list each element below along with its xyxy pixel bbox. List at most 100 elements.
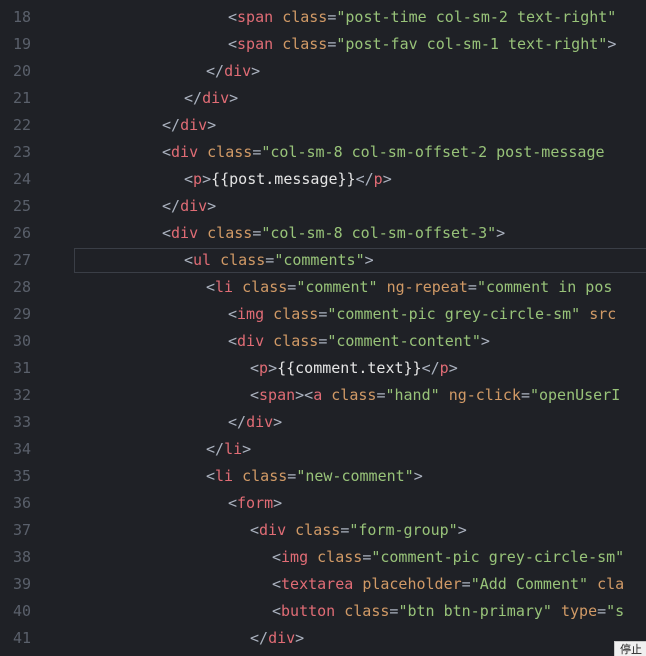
code-token: "comment-pic grey-circle-sm" xyxy=(371,548,625,566)
code-token: > xyxy=(480,332,490,350)
code-text: </div> xyxy=(206,58,260,85)
code-line[interactable]: 29 <img class="comment-pic grey-circle-sm… xyxy=(0,301,646,328)
code-token: class xyxy=(317,548,363,566)
code-line[interactable]: 25 </div> xyxy=(0,193,646,220)
line-number: 35 xyxy=(13,467,32,485)
line-number: 26 xyxy=(13,224,32,242)
code-token: < xyxy=(228,305,238,323)
code-token: </ xyxy=(184,89,203,107)
line-number: 19 xyxy=(13,35,32,53)
code-line[interactable]: 23 <div class="col-sm-8 col-sm-offset-2 p… xyxy=(0,139,646,166)
code-token: < xyxy=(272,602,282,620)
code-token: </ xyxy=(206,62,225,80)
code-line[interactable]: 33 </div> xyxy=(0,409,646,436)
code-token: > xyxy=(207,197,217,215)
code-token: </ xyxy=(162,116,181,134)
code-line[interactable]: 32 <span><a class="hand" ng-click="openUs… xyxy=(0,382,646,409)
code-text: <img class="comment-pic grey-circle-sm" … xyxy=(228,301,616,328)
code-token: div xyxy=(171,224,199,242)
code-token: < xyxy=(272,548,282,566)
code-text: <li class="comment" ng-repeat="comment i… xyxy=(206,274,612,301)
code-line[interactable]: 37 <div class="form-group"> xyxy=(0,517,646,544)
code-token: > xyxy=(295,629,305,647)
code-line[interactable]: 35 <li class="new-comment"> xyxy=(0,463,646,490)
code-line[interactable]: 28 <li class="comment" ng-repeat="comment… xyxy=(0,274,646,301)
code-token: "hand" xyxy=(385,386,440,404)
line-number: 30 xyxy=(13,332,32,350)
code-token: = xyxy=(467,278,477,296)
code-token: </ xyxy=(355,170,374,188)
code-token: </ xyxy=(228,413,247,431)
line-number: 32 xyxy=(13,386,32,404)
code-token: < xyxy=(228,494,238,512)
code-token: </ xyxy=(162,197,181,215)
code-line[interactable]: 39 <textarea placeholder="Add Comment" cl… xyxy=(0,571,646,598)
code-token: "comment" xyxy=(296,278,378,296)
code-line[interactable]: 21 </div> xyxy=(0,85,646,112)
code-token: < xyxy=(250,359,260,377)
code-line[interactable]: 24 <p>{{post.message}}</p> xyxy=(0,166,646,193)
code-token: div xyxy=(237,332,265,350)
code-token: > xyxy=(382,170,392,188)
code-text: <form> xyxy=(228,490,282,517)
line-number: 28 xyxy=(13,278,32,296)
code-text: <span class="post-fav col-sm-1 text-righ… xyxy=(228,31,616,58)
code-token: type xyxy=(561,602,598,620)
code-line[interactable]: 27 <ul class="comments"> xyxy=(0,247,646,274)
code-token: "btn btn-primary" xyxy=(398,602,552,620)
code-token: class xyxy=(220,251,266,269)
line-number: 38 xyxy=(13,548,32,566)
code-editor[interactable]: 18 <span class="post-time col-sm-2 text-r… xyxy=(0,0,646,656)
code-token: < xyxy=(206,467,216,485)
code-line[interactable]: 34 </li> xyxy=(0,436,646,463)
code-token: = xyxy=(287,278,297,296)
code-lines[interactable]: 18 <span class="post-time col-sm-2 text-r… xyxy=(0,4,646,652)
code-token: = xyxy=(265,251,275,269)
code-line[interactable]: 20 </div> xyxy=(0,58,646,85)
line-number: 22 xyxy=(13,116,32,134)
code-line[interactable]: 30 <div class="comment-content"> xyxy=(0,328,646,355)
code-text: <span><a class="hand" ng-click="openUser… xyxy=(250,382,620,409)
code-line[interactable]: 38 <img class="comment-pic grey-circle-sm… xyxy=(0,544,646,571)
code-text: <p>{{post.message}}</p> xyxy=(184,166,392,193)
code-line[interactable]: 19 <span class="post-fav col-sm-1 text-ri… xyxy=(0,31,646,58)
line-number: 25 xyxy=(13,197,32,215)
code-token: > xyxy=(242,440,252,458)
line-number: 36 xyxy=(13,494,32,512)
code-line[interactable]: 31 <p>{{comment.text}}</p> xyxy=(0,355,646,382)
code-token: div xyxy=(180,116,208,134)
line-number: 21 xyxy=(13,89,32,107)
code-line[interactable]: 40 <button class="btn btn-primary" type="… xyxy=(0,598,646,625)
code-token: {{post.message}} xyxy=(211,170,356,188)
code-token: = xyxy=(520,386,530,404)
code-token: >< xyxy=(295,386,314,404)
code-line[interactable]: 26 <div class="col-sm-8 col-sm-offset-3"> xyxy=(0,220,646,247)
code-token: class xyxy=(344,602,390,620)
code-token: class xyxy=(295,521,341,539)
code-token: < xyxy=(184,170,194,188)
code-text: <textarea placeholder="Add Comment" cla xyxy=(272,571,624,598)
code-line[interactable]: 22 </div> xyxy=(0,112,646,139)
code-token: < xyxy=(206,278,216,296)
code-line[interactable]: 18 <span class="post-time col-sm-2 text-r… xyxy=(0,4,646,31)
code-token: span xyxy=(237,8,274,26)
code-token: div xyxy=(202,89,230,107)
code-token: p xyxy=(193,170,203,188)
code-line[interactable]: 41 </div> xyxy=(0,625,646,652)
code-token: "new-comment" xyxy=(296,467,414,485)
line-number: 20 xyxy=(13,62,32,80)
code-token: "s xyxy=(606,602,625,620)
code-token: > xyxy=(496,224,506,242)
code-text: </div> xyxy=(228,409,282,436)
code-token: ng-click xyxy=(448,386,521,404)
code-line[interactable]: 36 <form> xyxy=(0,490,646,517)
